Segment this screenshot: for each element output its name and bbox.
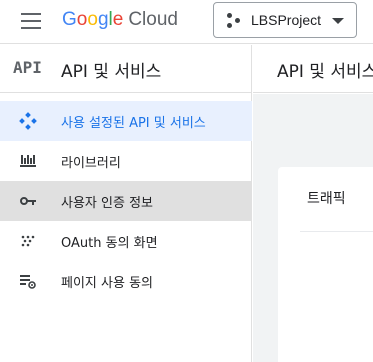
settings-list-icon [19,272,37,290]
key-icon [19,192,37,210]
logo-google-wordmark: Google [62,9,123,30]
divider [300,231,373,232]
sidebar-item-enabled-apis[interactable]: 사용 설정된 API 및 서비스 [0,101,252,141]
chevron-down-icon [332,18,344,24]
sidebar-title: API 및 서비스 [61,62,162,82]
page-title: API 및 서비스 [277,62,373,82]
logo-letter: G [62,9,77,30]
dot-grid-icon [19,232,37,250]
traffic-card: 트래픽 [278,167,373,362]
logo-letter: g [97,9,109,30]
menu-icon[interactable] [21,13,41,29]
main-content: 트래픽 [253,94,373,362]
logo-letter: e [112,9,124,30]
main-header: API 및 서비스 [253,45,373,93]
logo-cloud-text: Cloud [128,9,178,30]
project-selector-button[interactable]: LBSProject [213,2,357,38]
project-icon [227,13,241,29]
sidebar-item-library[interactable]: 라이브러리 [0,141,252,181]
card-title: 트래픽 [307,191,346,207]
sidebar-item-label: 사용 설정된 API 및 서비스 [61,116,206,131]
sidebar-item-label: OAuth 동의 화면 [61,236,158,251]
library-icon [19,152,37,170]
diamond-dots-icon [19,112,37,130]
sidebar-item-page-usage-consent[interactable]: 페이지 사용 동의 [0,261,252,301]
sidebar-item-credentials[interactable]: 사용자 인증 정보 [0,181,252,221]
sidebar-header: API API 및 서비스 [0,45,252,93]
sidebar-item-label: 페이지 사용 동의 [61,276,153,291]
top-app-bar: Google Cloud LBSProject [0,0,373,44]
sidebar: API API 및 서비스 사용 설정된 API 및 서비스 라이브러리 사용자… [0,45,252,362]
logo-letter: o [87,9,98,30]
sidebar-item-label: 사용자 인증 정보 [61,196,153,211]
sidebar-item-oauth-consent[interactable]: OAuth 동의 화면 [0,221,252,261]
api-badge-icon: API [13,58,42,77]
logo-letter: o [76,9,88,30]
sidebar-item-label: 라이브러리 [61,156,121,171]
google-cloud-logo[interactable]: Google Cloud [62,7,178,33]
project-name: LBSProject [251,12,322,28]
